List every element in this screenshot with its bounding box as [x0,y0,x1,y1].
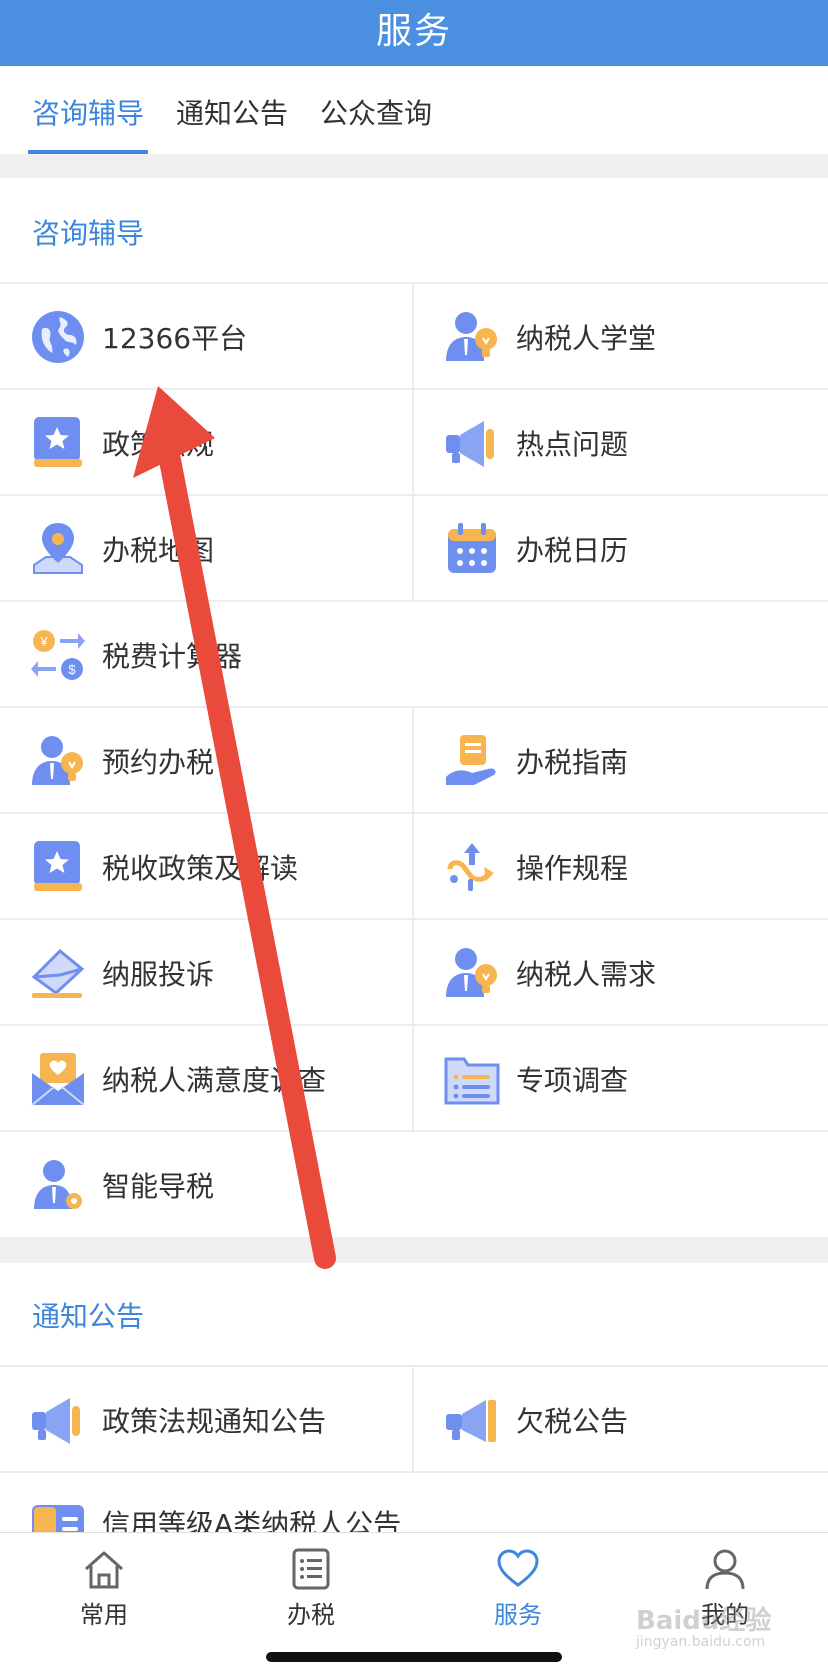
grid-row: 预约办税 办税指南 [0,706,828,813]
envelope-send-icon [31,948,85,998]
item-label: 办税指南 [516,745,629,779]
grid-row: 办税地图 办税日历 [0,494,828,601]
grid-row: 政策法规通知公告 欠税公告 [0,1365,828,1472]
svg-text:¥: ¥ [39,634,48,649]
item-taxpayer-needs[interactable]: 纳税人需求 [414,920,828,1025]
item-policy-regulations[interactable]: 政策法规 [0,390,414,495]
heart-icon [497,1549,539,1587]
nav-label: 服务 [494,1601,542,1629]
grid-row: ¥ $ 税费计算器 [0,600,828,707]
item-operating-procedures[interactable]: 操作规程 [414,814,828,919]
top-bar: 服务 [0,0,828,66]
item-tax-calendar[interactable]: 办税日历 [414,496,828,601]
item-appointment[interactable]: 预约办税 [0,708,414,813]
grid-row: 税收政策及解读 操作规程 [0,812,828,919]
notice-section-header: 通知公告 [0,1263,828,1365]
item-satisfaction-survey[interactable]: 纳税人满意度调查 [0,1026,414,1131]
hand-clipboard-icon [446,734,496,785]
user-icon [705,1549,745,1590]
map-pin-icon [33,522,83,574]
star-book-icon [34,416,82,467]
item-service-complaint[interactable]: 纳服投诉 [0,920,414,1025]
item-label: 税费计算器 [102,639,243,673]
consult-section-title: 咨询辅导 [32,217,145,250]
item-label: 操作规程 [516,851,629,885]
item-label: 专项调查 [516,1063,629,1097]
tab-consult[interactable]: 咨询辅导 [32,92,144,132]
tab-public-query[interactable]: 公众查询 [320,92,432,132]
item-label: 税收政策及解读 [102,851,299,885]
calendar-icon [448,522,496,573]
item-label: 办税地图 [102,533,215,567]
item-tax-calculator[interactable]: ¥ $ 税费计算器 [0,602,828,707]
item-label: 热点问题 [516,427,629,461]
item-label: 纳服投诉 [102,957,215,991]
item-tax-guide[interactable]: 办税指南 [414,708,828,813]
megaphone-icon [446,420,494,467]
item-tax-map[interactable]: 办税地图 [0,496,414,601]
section-divider [0,1237,828,1263]
item-label: 纳税人需求 [516,957,657,991]
item-label: 预约办税 [102,745,215,779]
item-label: 办税日历 [516,533,629,567]
megaphone-icon [32,1397,80,1444]
watermark-url: jingyan.baidu.com [636,1634,766,1650]
currency-exchange-icon: ¥ $ [31,629,85,680]
list-icon [292,1548,330,1590]
nav-common[interactable]: 常用 [44,1547,164,1630]
item-tax-arrears-notice[interactable]: 欠税公告 [414,1367,828,1472]
tab-bar: 咨询辅导 通知公告 公众查询 [0,66,828,154]
person-bulb-icon [446,311,497,361]
folder-list-icon [444,1057,500,1104]
consult-section-header: 咨询辅导 [0,178,828,282]
person-gear-icon [34,1159,82,1209]
item-label: 欠税公告 [516,1404,629,1438]
grid-row: 12366平台 纳税人学堂 [0,282,828,389]
section-divider [0,154,828,178]
svg-text:$: $ [68,662,76,677]
notice-section-title: 通知公告 [32,1300,145,1333]
grid-row: 智能导税 [0,1130,828,1237]
item-tax-policy-interpretation[interactable]: 税收政策及解读 [0,814,414,919]
person-bulb-icon [32,735,83,785]
star-book-icon [34,840,82,891]
credit-doc-icon [32,1505,84,1534]
person-bulb-icon [446,947,497,997]
item-label: 信用等级A类纳税人公告 [102,1508,402,1534]
tab-notice[interactable]: 通知公告 [176,92,288,132]
heart-envelope-icon [31,1052,85,1106]
grid-row: 信用等级A类纳税人公告 [0,1471,828,1534]
grid-row: 纳服投诉 纳税人需求 [0,918,828,1025]
item-label: 政策法规 [102,427,215,461]
item-12366-platform[interactable]: 12366平台 [0,284,414,389]
grid-row: 政策法规 热点问题 [0,388,828,495]
nav-tax[interactable]: 办税 [251,1547,371,1630]
item-label: 政策法规通知公告 [102,1404,327,1438]
nav-service[interactable]: 服务 [458,1547,578,1630]
item-label: 纳税人学堂 [516,321,657,355]
item-hot-issues[interactable]: 热点问题 [414,390,828,495]
item-taxpayer-school[interactable]: 纳税人学堂 [414,284,828,389]
home-icon [85,1551,123,1589]
item-label: 纳税人满意度调查 [102,1063,327,1097]
megaphone-icon [446,1399,496,1442]
item-policy-notice[interactable]: 政策法规通知公告 [0,1367,414,1472]
nav-label: 办税 [287,1601,335,1629]
home-indicator [266,1652,562,1662]
page-title: 服务 [375,11,452,52]
item-label: 智能导税 [102,1169,215,1203]
flow-arrow-icon [447,842,494,891]
item-label: 12366平台 [102,321,248,355]
nav-label: 常用 [80,1601,128,1629]
grid-row: 纳税人满意度调查 专项调查 [0,1024,828,1131]
item-special-survey[interactable]: 专项调查 [414,1026,828,1131]
watermark: Baidu经验 [636,1606,772,1636]
item-smart-tax-guide[interactable]: 智能导税 [0,1132,828,1237]
globe-icon [32,310,84,363]
item-credit-a-notice[interactable]: 信用等级A类纳税人公告 [0,1473,828,1534]
